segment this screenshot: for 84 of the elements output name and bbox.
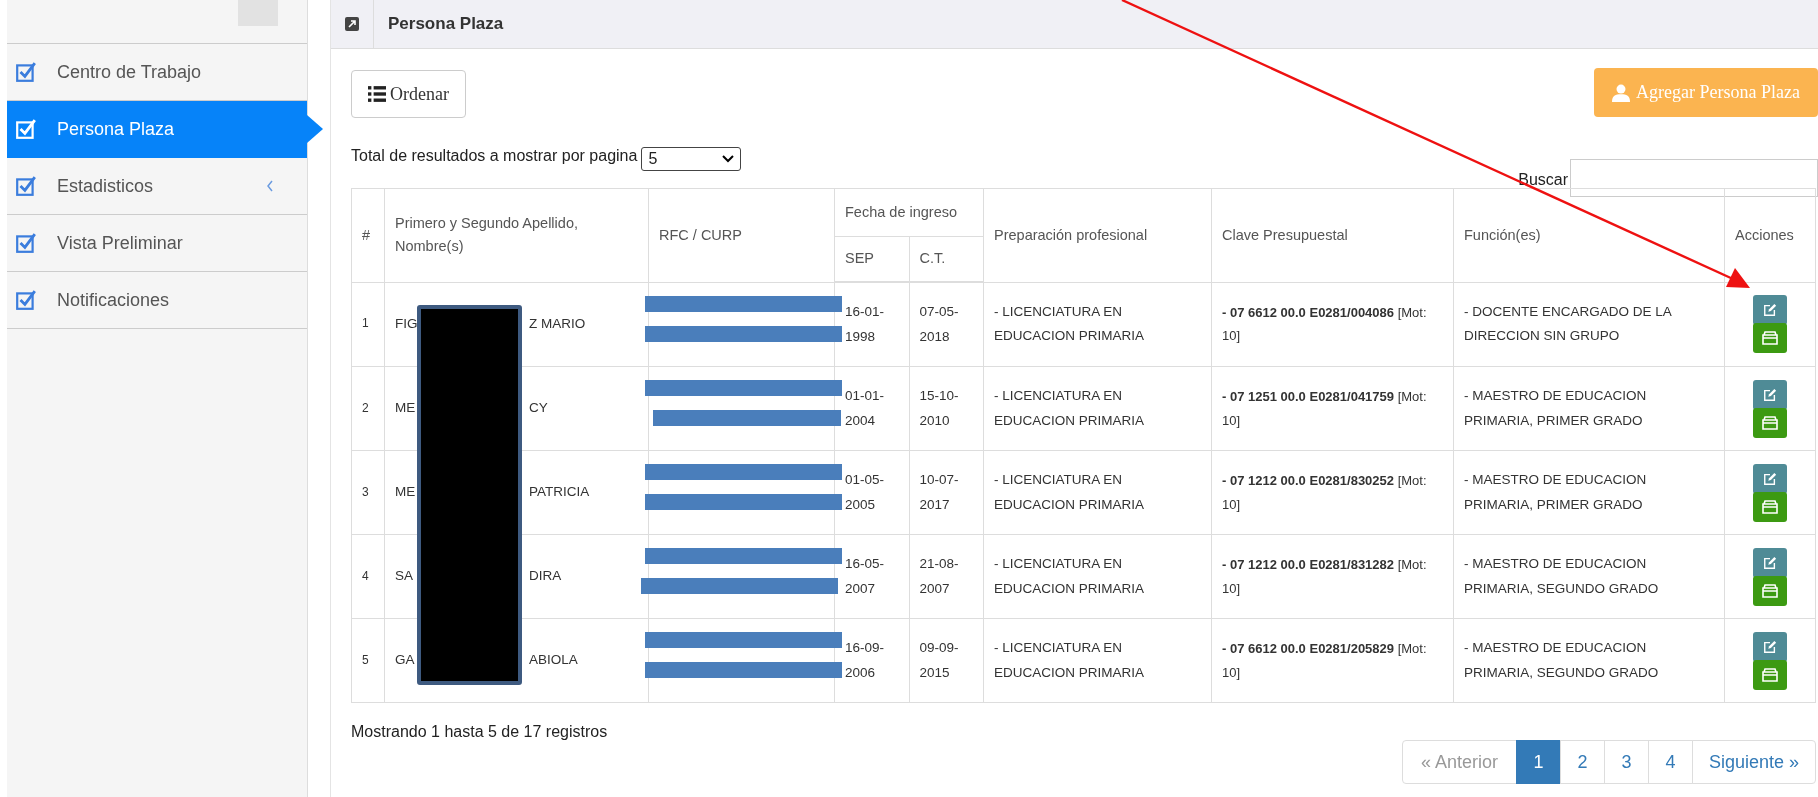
previous-page-button[interactable]: « Anterior [1401, 740, 1517, 784]
edit-icon [1762, 387, 1778, 402]
table-cell: 16-09-2006 [834, 618, 909, 703]
table-cell: - LICENCIATURA EN EDUCACION PRIMARIA [983, 282, 1212, 367]
edit-icon [1762, 639, 1778, 654]
edit-button[interactable] [1753, 547, 1787, 578]
sort-button[interactable]: Ordenar [351, 70, 466, 118]
dropdown-icon [722, 155, 735, 163]
check-square-icon [15, 175, 37, 197]
column-header: RFC / CURP [648, 188, 835, 282]
table-cell: - DOCENTE ENCARGADO DE LA DIRECCION SIN GRUPO [1453, 282, 1725, 367]
edit-button[interactable] [1753, 631, 1787, 662]
list-icon [368, 86, 386, 102]
column-header: Preparación profesional [983, 188, 1212, 282]
search-label: Buscar [1518, 171, 1568, 189]
name-text: ABIOLA [529, 651, 578, 670]
name-text: PATRICIA [529, 483, 590, 502]
edit-icon [1762, 555, 1778, 570]
table-cell: 16-05-2007 [834, 534, 909, 619]
table-cell: - 07 1212 00.0 E0281/830252 [Mot: 10] [1211, 450, 1454, 535]
name-text: Z MARIO [529, 315, 586, 334]
table-cell: 01-01-2004 [834, 366, 909, 451]
table-cell: - MAESTRO DE EDUCACION PRIMARIA, SEGUNDO GRADO [1453, 534, 1725, 619]
edit-button[interactable] [1753, 379, 1787, 410]
table-cell: - LICENCIATURA EN EDUCACION PRIMARIA [983, 366, 1212, 451]
table-cell: 01-05-2005 [834, 450, 909, 535]
table-cell: 15-10-2010 [909, 366, 984, 451]
table-cell: - LICENCIATURA EN EDUCACION PRIMARIA [983, 534, 1212, 619]
name-text: FIG [395, 315, 419, 334]
column-header: Función(es) [1453, 188, 1725, 282]
table-cell: 5 [351, 618, 385, 703]
edit-icon [1762, 303, 1778, 318]
user-icon [1612, 83, 1631, 102]
table-cell: - 07 1251 00.0 E0281/041759 [Mot: 10] [1211, 366, 1454, 451]
table-cell: - 07 1212 00.0 E0281/831282 [Mot: 10] [1211, 534, 1454, 619]
table-cell: 09-09-2015 [909, 618, 984, 703]
column-header: Clave Presupuestal [1211, 188, 1454, 282]
sidebar-item[interactable]: Estadisticos [7, 158, 307, 215]
name-text: CY [529, 399, 548, 418]
table-cell: 3 [351, 450, 385, 535]
page-button[interactable]: 2 [1559, 740, 1605, 784]
column-header: SEP [834, 236, 909, 282]
table-cell: - 07 6612 00.0 E0281/004086 [Mot: 10] [1211, 282, 1454, 367]
sidebar-item[interactable]: Notificaciones [7, 272, 307, 329]
check-square-icon [15, 289, 37, 311]
table-cell: - 07 6612 00.0 E0281/205829 [Mot: 10] [1211, 618, 1454, 703]
page-button[interactable]: 3 [1603, 740, 1649, 784]
page-button[interactable]: 1 [1515, 740, 1561, 784]
edit-button[interactable] [1753, 463, 1787, 494]
name-text: SA [395, 567, 414, 586]
results-summary: Mostrando 1 hasta 5 de 17 registros [351, 723, 609, 741]
check-square-icon [15, 61, 37, 83]
table-cell: 1 [351, 282, 385, 367]
check-square-icon [15, 232, 37, 254]
table-cell: - MAESTRO DE EDUCACION PRIMARIA, SEGUNDO GRADO [1453, 618, 1725, 703]
check-square-icon [15, 118, 37, 140]
table-cell: 16-01-1998 [834, 282, 909, 367]
table-cell: 2 [351, 366, 385, 451]
page-size-label: Total de resultados a mostrar por pagina [351, 147, 638, 165]
name-text: DIRA [529, 567, 562, 586]
next-page-button[interactable]: Siguiente » [1691, 740, 1816, 784]
sidebar-item[interactable]: Vista Preliminar [7, 215, 307, 272]
edit-icon [1762, 471, 1778, 486]
column-header: # [351, 188, 385, 282]
page-button[interactable]: 4 [1647, 740, 1693, 784]
panel-title: Persona Plaza [388, 14, 504, 34]
chevron-icon [265, 179, 275, 193]
column-header: Fecha de ingreso [834, 188, 984, 237]
table-cell: - MAESTRO DE EDUCACION PRIMARIA, PRIMER GRADO [1453, 450, 1725, 535]
table-cell: - LICENCIATURA EN EDUCACION PRIMARIA [983, 618, 1212, 703]
table-cell: 4 [351, 534, 385, 619]
edit-button[interactable] [1753, 295, 1787, 326]
table-cell: - MAESTRO DE EDUCACION PRIMARIA, PRIMER GRADO [1453, 366, 1725, 451]
table-cell: 10-07-2017 [909, 450, 984, 535]
table-cell: 07-05-2018 [909, 282, 984, 367]
name-text: ME [395, 399, 417, 418]
page-size-select[interactable]: 5 [641, 147, 742, 171]
name-text: ME [395, 483, 417, 502]
name-text: GA [395, 651, 416, 670]
expand-icon[interactable] [345, 17, 359, 31]
search-field[interactable] [1570, 159, 1818, 197]
column-header: Primero y Segundo Apellido, Nombre(s) [384, 188, 649, 282]
table-cell: - LICENCIATURA EN EDUCACION PRIMARIA [983, 450, 1212, 535]
table-cell: 21-08-2007 [909, 534, 984, 619]
